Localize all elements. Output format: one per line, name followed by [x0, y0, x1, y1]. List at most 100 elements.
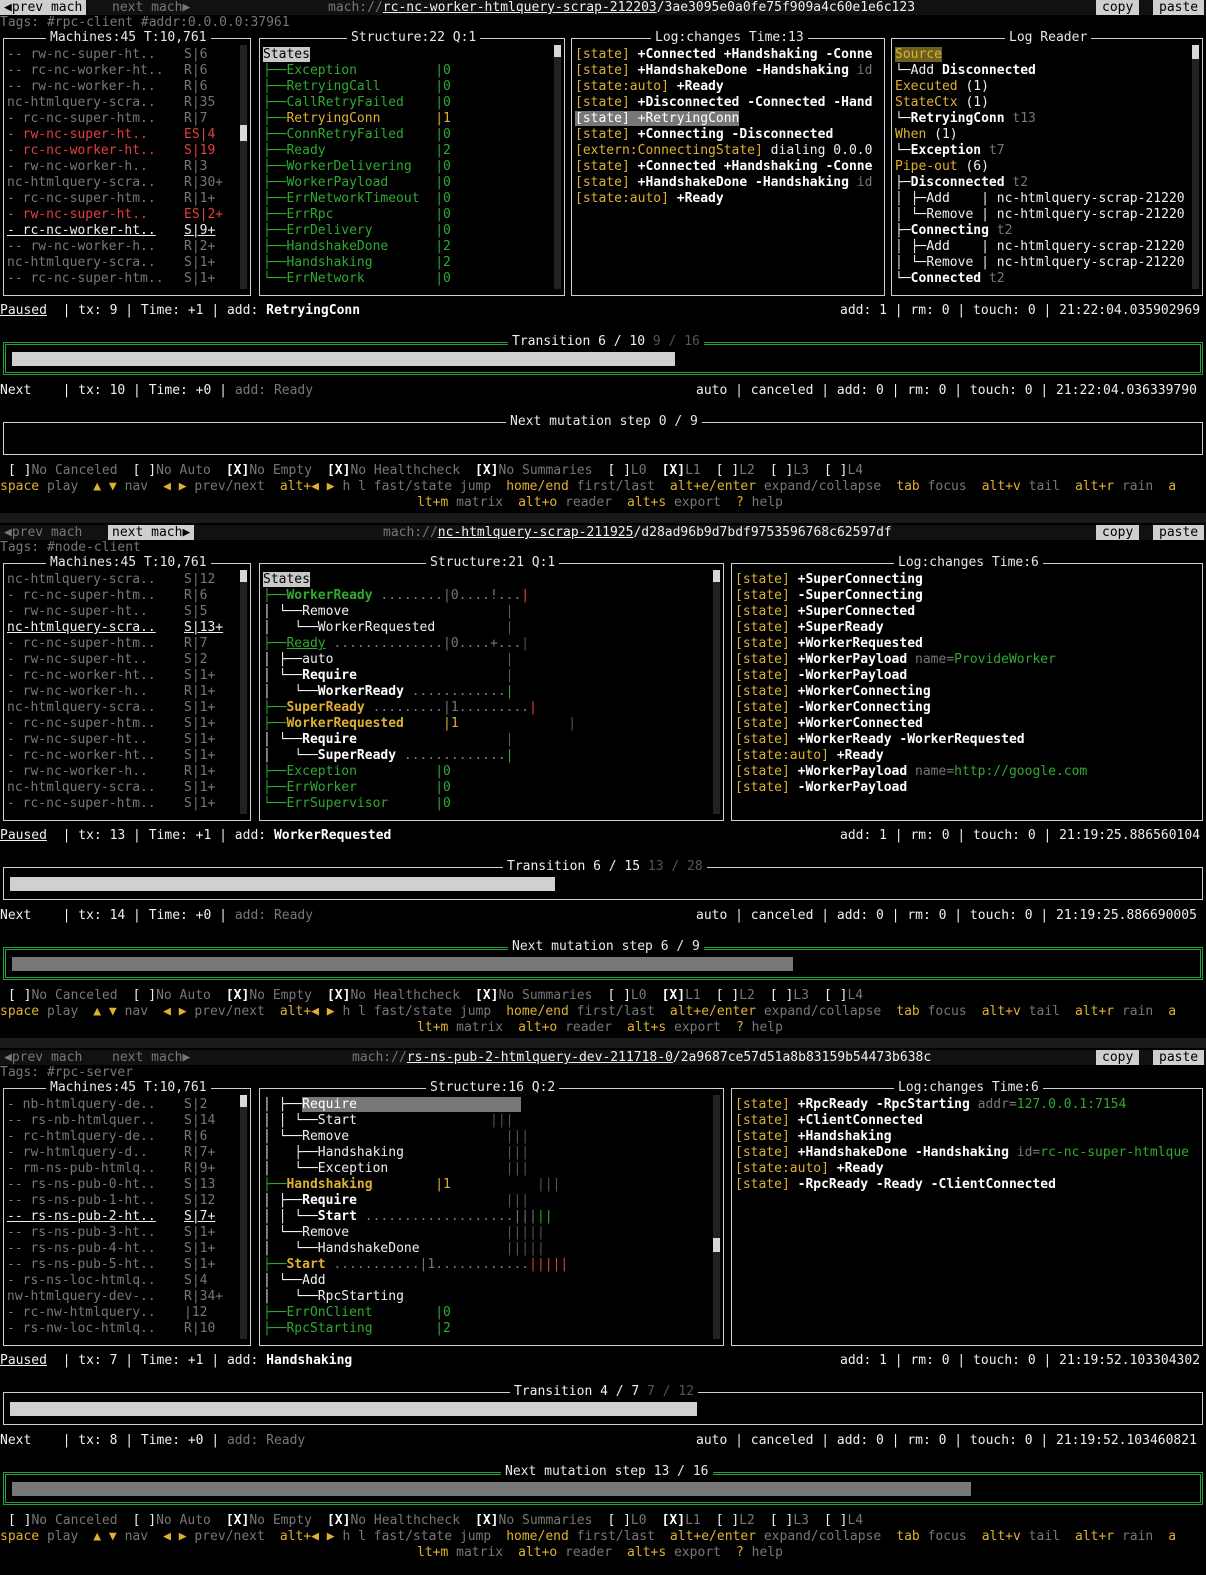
structure-row[interactable]: ├──ErrWorker |0: [263, 780, 711, 796]
machine-list-item[interactable]: nc-htmlquery-scra.. S|12: [7, 572, 238, 588]
machine-list-item[interactable]: - rw-nc-super-ht.. ES|4: [7, 127, 238, 143]
log-entry[interactable]: [state] -WorkerConnecting: [735, 700, 1190, 716]
checkbox[interactable]: [ ]: [133, 1513, 156, 1528]
structure-row[interactable]: ├──CallRetryFailed |0: [263, 95, 552, 111]
structure-panel[interactable]: Structure:22 Q:1 States ├──Exception |0 ├──…: [259, 30, 565, 296]
machines-scrollbar[interactable]: [240, 570, 247, 814]
machine-list-item[interactable]: nc-htmlquery-scra.. S|13+: [7, 620, 238, 636]
filter-toggle[interactable]: [ ]No Canceled: [8, 1513, 118, 1528]
structure-row[interactable]: ├──HandshakeDone |2: [263, 239, 552, 255]
machine-list-item[interactable]: - rm-ns-pub-htmlq.. R|9+: [7, 1161, 238, 1177]
checkbox[interactable]: [X]: [662, 1513, 685, 1528]
machines-panel[interactable]: Machines:45 T:10,761- nb-htmlquery-de.. S…: [3, 1080, 251, 1346]
machine-list-item[interactable]: nc-htmlquery-scra.. R|30+: [7, 175, 238, 191]
structure-row[interactable]: ├──WorkerDelivering |0: [263, 159, 552, 175]
paste-button[interactable]: paste: [1153, 0, 1205, 15]
scroll-thumb[interactable]: [554, 45, 561, 57]
log-panel[interactable]: Log:changes Time:6 [state] +SuperConnecti…: [731, 555, 1203, 821]
log-entry[interactable]: [state] +SuperReady: [735, 620, 1190, 636]
scroll-thumb[interactable]: [240, 1095, 247, 1107]
structure-row[interactable]: │ └──WorkerReady ............|: [263, 684, 711, 700]
reader-row[interactable]: Source: [895, 47, 1190, 63]
reader-row[interactable]: │ └─Remove | nc-htmlquery-scrap-21220: [895, 207, 1190, 223]
structure-row[interactable]: ├──Handshaking |2: [263, 255, 552, 271]
machine-list-item[interactable]: -- rs-ns-pub-4-ht.. S|1+: [7, 1241, 238, 1257]
machine-list-item[interactable]: - rc-nw-htmlquery.. |12: [7, 1305, 238, 1321]
log-entry[interactable]: [state] +Handshaking: [735, 1129, 1190, 1145]
reader-row[interactable]: │ ├─Add | nc-htmlquery-scrap-21220: [895, 239, 1190, 255]
machine-list-item[interactable]: - rc-htmlquery-de.. R|6: [7, 1129, 238, 1145]
reader-row[interactable]: │ └─Remove | nc-htmlquery-scrap-21220: [895, 255, 1190, 271]
structure-row[interactable]: │ ├──Require: [263, 1097, 711, 1113]
log-entry[interactable]: [state] +SuperConnecting: [735, 572, 1190, 588]
log-entry[interactable]: [state] -WorkerPayload: [735, 780, 1190, 796]
log-entry[interactable]: [state] +HandshakeDone -Handshaking id: [575, 63, 872, 79]
next-mach-button[interactable]: next mach▶: [108, 1050, 194, 1065]
paste-button[interactable]: paste: [1153, 525, 1205, 540]
next-mach-button[interactable]: next mach▶: [108, 0, 194, 15]
log-entry[interactable]: [state] +SuperConnected: [735, 604, 1190, 620]
checkbox[interactable]: [ ]: [716, 1513, 739, 1528]
checkbox[interactable]: [ ]: [770, 1513, 793, 1528]
structure-row[interactable]: ├──RetryingConn |1: [263, 111, 552, 127]
reader-row[interactable]: ├─Disconnected t2: [895, 175, 1190, 191]
log-entry[interactable]: [state] -SuperConnecting: [735, 588, 1190, 604]
reader-row[interactable]: └─RetryingConn t13: [895, 111, 1190, 127]
machine-list-item[interactable]: - rw-nc-worker-h.. R|3: [7, 159, 238, 175]
checkbox[interactable]: [ ]: [824, 988, 847, 1003]
log-entry[interactable]: [state] +Connecting -Disconnected: [575, 127, 872, 143]
scroll-thumb[interactable]: [240, 570, 247, 582]
structure-row[interactable]: ├──ErrDelivery |0: [263, 223, 552, 239]
machine-list-item[interactable]: - rs-ns-loc-htmlq.. S|4: [7, 1273, 238, 1289]
structure-row[interactable]: └──ErrSupervisor |0: [263, 796, 711, 812]
machine-list-item[interactable]: -- rs-ns-pub-3-ht.. S|1+: [7, 1225, 238, 1241]
machine-list-item[interactable]: -- rw-nc-super-ht.. S|6: [7, 47, 238, 63]
prev-mach-button[interactable]: ◀prev mach: [0, 1050, 86, 1065]
copy-button[interactable]: copy: [1096, 525, 1140, 540]
filter-toggle[interactable]: [X]No Empty: [226, 1513, 312, 1528]
structure-row[interactable]: ├──Exception |0: [263, 63, 552, 79]
structure-row[interactable]: │ │ └──Start ...................|||||: [263, 1209, 711, 1225]
paused-label[interactable]: Paused: [0, 1353, 47, 1368]
checkbox[interactable]: [ ]: [8, 463, 31, 478]
checkbox[interactable]: [X]: [226, 463, 249, 478]
log-entry[interactable]: [state] +ClientConnected: [735, 1113, 1190, 1129]
reader-row[interactable]: Pipe-out (6): [895, 159, 1190, 175]
log-entry[interactable]: [state] +Disconnected -Connected -Hand: [575, 95, 872, 111]
machine-list-item[interactable]: - rs-nw-loc-htmlq.. R|10: [7, 1321, 238, 1337]
checkbox[interactable]: [X]: [475, 988, 498, 1003]
checkbox[interactable]: [X]: [226, 1513, 249, 1528]
filter-toggle[interactable]: [X]No Empty: [226, 463, 312, 478]
filter-toggle[interactable]: [ ]L2: [716, 463, 755, 478]
machines-scrollbar[interactable]: [240, 1095, 247, 1339]
filter-toggle[interactable]: [ ]L3: [770, 1513, 809, 1528]
filter-toggle[interactable]: [ ]L4: [824, 463, 863, 478]
copy-button[interactable]: copy: [1096, 0, 1140, 15]
reader-row[interactable]: └─Connected t2: [895, 271, 1190, 287]
machine-list-item[interactable]: nc-htmlquery-scra.. S|1+: [7, 255, 238, 271]
checkbox[interactable]: [ ]: [8, 988, 31, 1003]
structure-row[interactable]: │ └──RpcStarting: [263, 1289, 711, 1305]
structure-row[interactable]: ├──Exception |0: [263, 764, 711, 780]
structure-row[interactable]: ├──RetryingCall |0: [263, 79, 552, 95]
structure-row[interactable]: ├──Ready |2: [263, 143, 552, 159]
checkbox[interactable]: [X]: [327, 1513, 350, 1528]
filter-toggle[interactable]: [ ]No Auto: [133, 463, 211, 478]
log-entry[interactable]: [state] +Connected +Handshaking -Conne: [575, 159, 872, 175]
filter-toggle[interactable]: [X]L1: [662, 988, 701, 1003]
structure-row[interactable]: │ ├──Handshaking |||: [263, 1145, 711, 1161]
filter-toggle[interactable]: [X]No Summaries: [475, 463, 592, 478]
structure-panel[interactable]: Structure:21 Q:1 States ├──WorkerReady ...…: [259, 555, 724, 821]
filter-toggle[interactable]: [ ]No Canceled: [8, 463, 118, 478]
filter-toggle[interactable]: [X]No Summaries: [475, 1513, 592, 1528]
log-entry[interactable]: [state] +WorkerConnected: [735, 716, 1190, 732]
machine-list-item[interactable]: nc-htmlquery-scra.. S|1+: [7, 780, 238, 796]
structure-row[interactable]: ├──Start ...........|1............|||||: [263, 1257, 711, 1273]
filter-toggle[interactable]: [X]No Empty: [226, 988, 312, 1003]
log-entry[interactable]: [state] -WorkerPayload: [735, 668, 1190, 684]
structure-row[interactable]: ├──ErrOnClient |0: [263, 1305, 711, 1321]
filter-toggle[interactable]: [ ]L2: [716, 1513, 755, 1528]
structure-row[interactable]: │ └──Remove |||||: [263, 1225, 711, 1241]
log-entry[interactable]: [extern:ConnectingState] dialing 0.0.0: [575, 143, 872, 159]
copy-button[interactable]: copy: [1096, 1050, 1140, 1065]
